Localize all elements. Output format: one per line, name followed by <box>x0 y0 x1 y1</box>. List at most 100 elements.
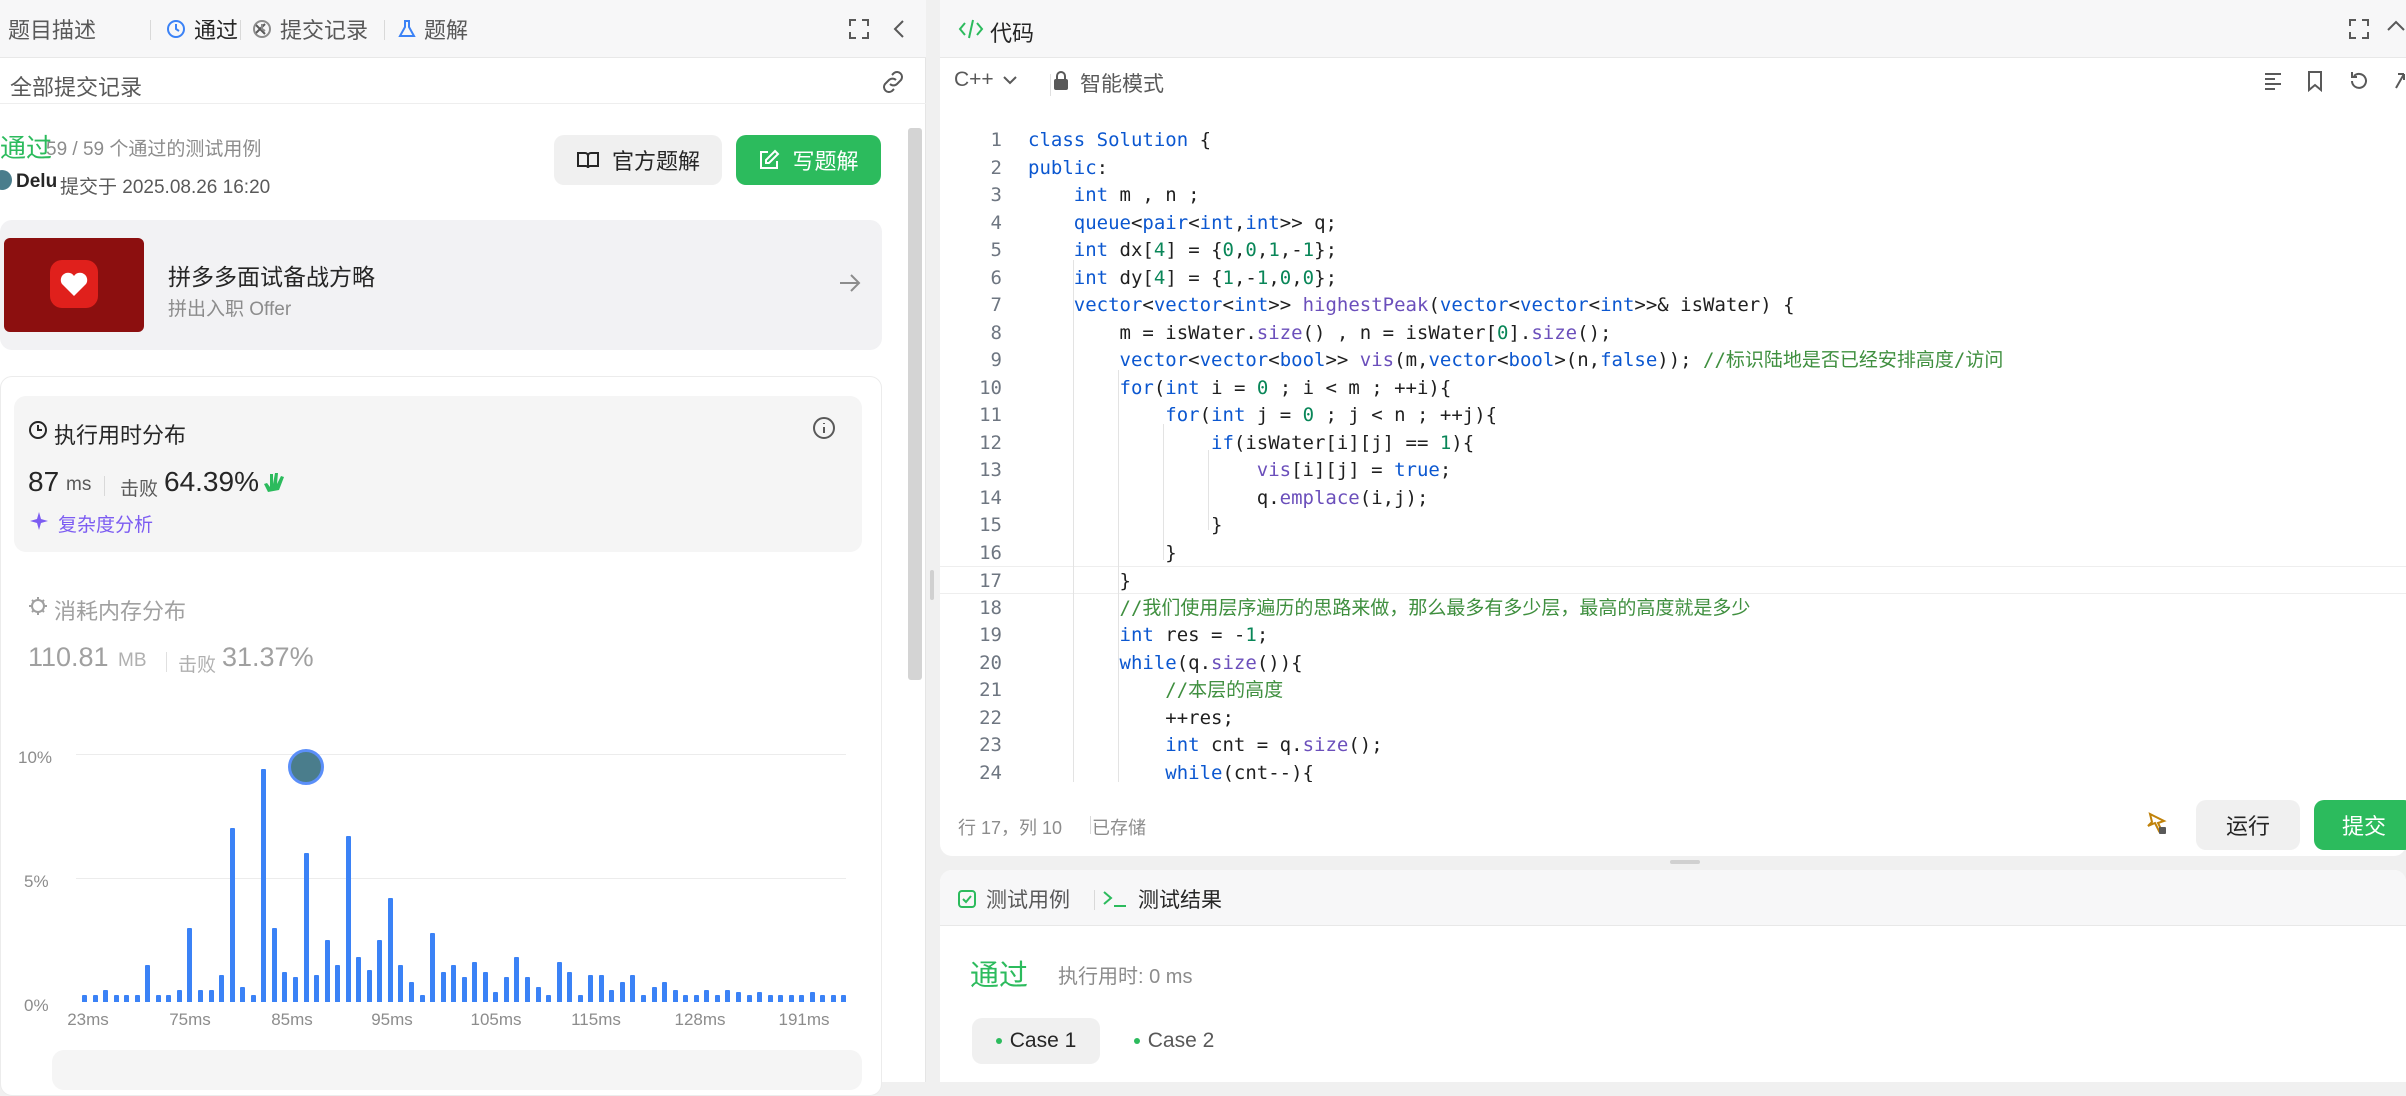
memory-title[interactable]: 消耗内存分布 <box>54 594 186 626</box>
chart-bar[interactable] <box>240 987 246 1002</box>
chart-bar[interactable] <box>303 853 309 1002</box>
fullscreen-icon[interactable] <box>2348 18 2370 40</box>
chart-bar[interactable] <box>345 835 351 1002</box>
chart-bar[interactable] <box>630 974 636 1002</box>
chart-bar[interactable] <box>292 977 298 1002</box>
code-line[interactable]: 23 int cnt = q.size(); <box>940 731 2406 759</box>
chart-bar[interactable] <box>430 932 436 1002</box>
complexity-analysis-link[interactable]: 复杂度分析 <box>58 510 153 537</box>
chart-bar[interactable] <box>556 962 562 1002</box>
chart-bar[interactable] <box>419 994 425 1002</box>
case-2-tab[interactable]: Case 2 <box>1110 1018 1238 1064</box>
submit-button[interactable]: 提交 <box>2314 800 2406 850</box>
bookmark-icon[interactable] <box>2306 70 2324 92</box>
panel-resize-handle[interactable] <box>1670 860 1700 864</box>
chart-bar[interactable] <box>662 982 668 1002</box>
chart-bar[interactable] <box>282 972 288 1002</box>
chart-bar[interactable] <box>113 994 119 1002</box>
write-solution-button[interactable]: 写题解 <box>736 135 881 185</box>
chart-bar[interactable] <box>683 994 689 1002</box>
language-select[interactable]: C++ <box>954 68 1018 92</box>
code-line[interactable]: 7 vector<vector<int>> highestPeak(vector… <box>940 291 2406 319</box>
tab-test-results[interactable]: 测试结果 <box>1102 884 1222 914</box>
chart-bar[interactable] <box>187 927 193 1002</box>
link-icon[interactable] <box>880 70 906 94</box>
chart-bar[interactable] <box>735 992 741 1002</box>
code-area[interactable]: 1 class Solution {2 public: 3 int m , n ; 4 … <box>940 120 2406 782</box>
chart-bar[interactable] <box>198 989 204 1002</box>
tab-description[interactable]: 题目描述 <box>8 12 96 46</box>
chart-bar[interactable] <box>103 989 109 1002</box>
chart-bar[interactable] <box>672 989 678 1002</box>
code-line[interactable]: 14 q.emplace(i,j); <box>940 484 2406 512</box>
chart-bar[interactable] <box>82 994 87 1002</box>
expand-icon[interactable] <box>2392 70 2406 92</box>
code-line[interactable]: 5 int dx[4] = {0,0,1,-1}; <box>940 236 2406 264</box>
scrollbar-thumb[interactable] <box>908 128 922 680</box>
format-icon[interactable] <box>2262 70 2284 92</box>
chart-bar[interactable] <box>176 989 182 1002</box>
code-line[interactable]: 11 for(int j = 0 ; j < n ; ++j){ <box>940 401 2406 429</box>
chart-bar[interactable] <box>546 994 552 1002</box>
chart-bar[interactable] <box>250 994 256 1002</box>
tab-test-cases[interactable]: 测试用例 <box>958 884 1070 914</box>
chart-bar[interactable] <box>461 977 467 1002</box>
chart-bar[interactable] <box>514 957 520 1002</box>
username[interactable]: Delu <box>16 171 57 193</box>
code-line[interactable]: 20 while(q.size()){ <box>940 649 2406 677</box>
chart-bar[interactable] <box>155 994 161 1002</box>
chart-bar[interactable] <box>704 989 710 1002</box>
code-line[interactable]: 1 class Solution { <box>940 126 2406 154</box>
chart-bar[interactable] <box>229 828 235 1002</box>
debug-icon[interactable] <box>2144 812 2168 836</box>
chart-bar[interactable] <box>493 992 499 1002</box>
chart-bar[interactable] <box>714 994 720 1002</box>
chart-bar[interactable] <box>92 994 98 1002</box>
run-button[interactable]: 运行 <box>2196 800 2300 850</box>
code-line[interactable]: 2 public: <box>940 154 2406 182</box>
chart-bar[interactable] <box>535 987 541 1002</box>
code-line[interactable]: 9 vector<vector<bool>> vis(m,vector<bool… <box>940 346 2406 374</box>
chart-bar[interactable] <box>778 994 784 1002</box>
chart-bar[interactable] <box>271 927 277 1002</box>
chart-bar[interactable] <box>208 989 214 1002</box>
chevron-left-icon[interactable] <box>892 18 906 40</box>
all-submissions-link[interactable]: 全部提交记录 <box>10 70 142 102</box>
chart-bar[interactable] <box>746 994 752 1002</box>
chart-bar[interactable] <box>577 994 583 1002</box>
chart-bar[interactable] <box>219 974 225 1002</box>
chart-bar[interactable] <box>841 994 847 1002</box>
chart-bar[interactable] <box>503 977 509 1002</box>
code-line[interactable]: 12 if(isWater[i][j] == 1){ <box>940 429 2406 457</box>
chart-bar[interactable] <box>145 964 151 1002</box>
code-line[interactable]: 21 //本层的高度 <box>940 676 2406 704</box>
chart-bar[interactable] <box>820 994 826 1002</box>
code-line[interactable]: 19 int res = -1; <box>940 621 2406 649</box>
chart-bar[interactable] <box>366 969 372 1002</box>
tab-solutions[interactable]: 题解 <box>398 12 468 46</box>
chart-bar[interactable] <box>757 992 763 1002</box>
chart-bar[interactable] <box>725 989 731 1002</box>
avatar[interactable] <box>0 170 12 190</box>
chart-bar[interactable] <box>567 972 573 1002</box>
panel-resize-handle[interactable] <box>930 570 934 600</box>
chart-bar[interactable] <box>166 994 172 1002</box>
chart-bar[interactable] <box>472 962 478 1002</box>
tab-submissions[interactable]: 提交记录 <box>252 12 368 46</box>
reset-icon[interactable] <box>2348 70 2370 92</box>
official-solution-button[interactable]: 官方题解 <box>554 135 722 185</box>
chart-bar[interactable] <box>651 987 657 1002</box>
chart-bar[interactable] <box>788 994 794 1002</box>
chart-bar[interactable] <box>356 957 362 1002</box>
chart-bar[interactable] <box>324 940 330 1002</box>
chart-bar[interactable] <box>387 897 393 1002</box>
chart-bar[interactable] <box>451 964 457 1002</box>
smart-mode[interactable]: 智能模式 <box>1080 68 1164 98</box>
chart-bar[interactable] <box>641 994 647 1002</box>
runtime-card[interactable]: 执行用时分布 87 ms 击败 64.39% 复杂度分析 <box>14 396 862 552</box>
code-line[interactable]: 18 //我们使用层序遍历的思路来做，那么最多有多少层，最高的高度就是多少 <box>940 594 2406 622</box>
chart-bar[interactable] <box>482 972 488 1002</box>
code-line[interactable]: 4 queue<pair<int,int>> q; <box>940 209 2406 237</box>
chart-bar[interactable] <box>261 768 267 1002</box>
code-line[interactable]: 24 while(cnt--){ <box>940 759 2406 783</box>
